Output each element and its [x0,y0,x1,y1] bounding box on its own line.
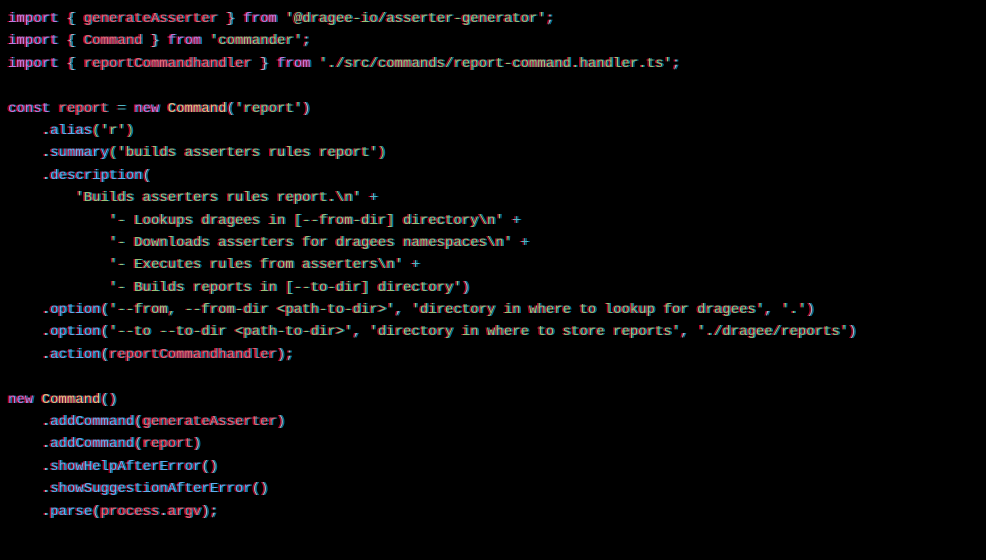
code-line: .option('--to --to-dir <path-to-dir>', '… [8,321,978,343]
code-line: '- Executes rules from asserters\n' + [8,254,978,276]
code-line: const report = new Command('report') [8,98,978,120]
code-line: .showHelpAfterError() [8,456,978,478]
code-line: .option('--from, --from-dir <path-to-dir… [8,299,978,321]
code-line: .description( [8,165,978,187]
code-line: import { reportCommandhandler } from './… [8,53,978,75]
code-line: '- Lookups dragees in [--from-dir] direc… [8,210,978,232]
code-line: .showSuggestionAfterError() [8,478,978,500]
code-line: .addCommand(report) [8,433,978,455]
blank-line [8,75,978,97]
code-line: import { generateAsserter } from '@drage… [8,8,978,30]
code-line: .summary('builds asserters rules report'… [8,142,978,164]
code-line: '- Downloads asserters for dragees names… [8,232,978,254]
code-line: .parse(process.argv); [8,501,978,523]
code-line: import { Command } from 'commander'; [8,30,978,52]
code-line: .addCommand(generateAsserter) [8,411,978,433]
code-line: .action(reportCommandhandler); [8,344,978,366]
code-editor[interactable]: import { generateAsserter } from '@drage… [8,8,978,523]
code-line: new Command() [8,389,978,411]
code-line: '- Builds reports in [--to-dir] director… [8,277,978,299]
code-line: 'Builds asserters rules report.\n' + [8,187,978,209]
code-line: .alias('r') [8,120,978,142]
blank-line [8,366,978,388]
